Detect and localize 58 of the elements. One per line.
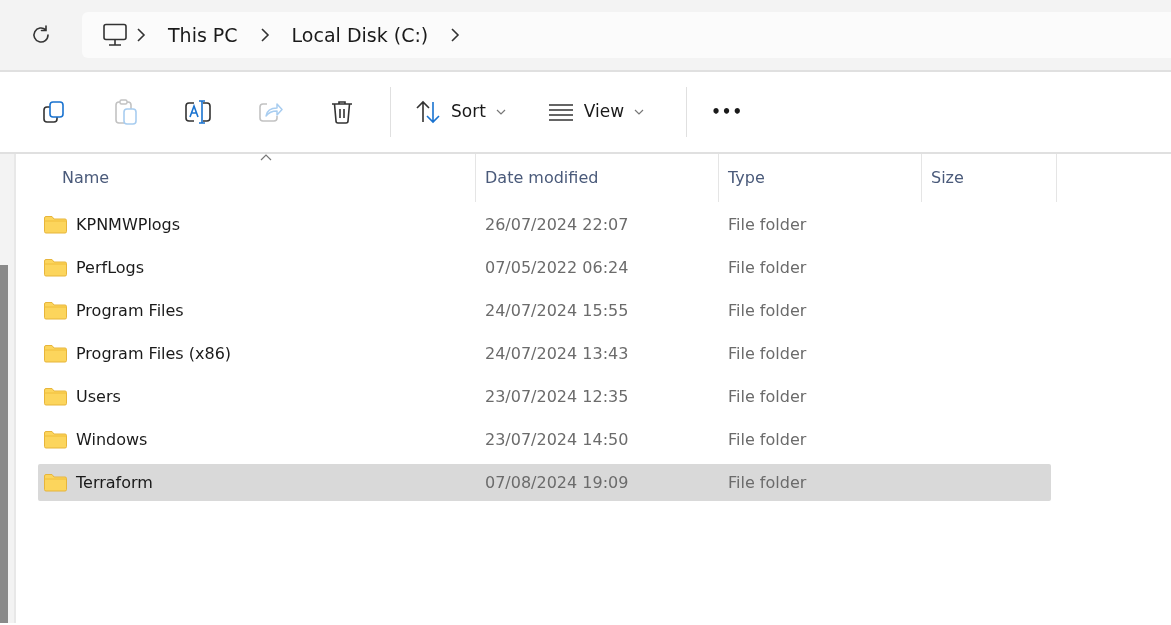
breadcrumb-item[interactable]: This PC <box>154 20 252 50</box>
file-row[interactable]: KPNMWPlogs 26/07/2024 22:07 File folder <box>38 206 1051 243</box>
copy-icon[interactable] <box>41 99 67 125</box>
folder-icon <box>44 215 67 234</box>
file-name: Program Files <box>76 299 184 322</box>
file-row[interactable]: Users 23/07/2024 12:35 File folder <box>38 378 1051 415</box>
folder-icon <box>44 258 67 277</box>
breadcrumb-item[interactable]: Local Disk (C:) <box>277 20 443 50</box>
file-row[interactable]: Program Files 24/07/2024 15:55 File folder <box>38 292 1051 329</box>
date-modified: 07/05/2022 06:24 <box>484 256 630 279</box>
file-type: File folder <box>727 299 808 322</box>
caret-icon <box>495 109 506 115</box>
sort-ascending-icon[interactable] <box>260 154 272 161</box>
refresh-icon[interactable] <box>30 24 52 46</box>
file-row[interactable]: PerfLogs 07/05/2022 06:24 File folder <box>38 249 1051 286</box>
file-row[interactable]: Program Files (x86) 24/07/2024 13:43 File folder <box>38 335 1051 372</box>
file-name: Program Files (x86) <box>76 342 232 365</box>
file-name: Windows <box>76 428 148 451</box>
chevron-right-icon[interactable] <box>450 27 461 43</box>
scrollbar[interactable] <box>0 265 8 623</box>
file-name: Terraform <box>76 471 153 494</box>
file-name: Users <box>76 385 121 408</box>
computer-icon[interactable] <box>102 23 128 47</box>
file-row[interactable]: Windows 23/07/2024 14:50 File folder <box>38 421 1051 458</box>
file-type: File folder <box>727 213 808 236</box>
date-modified: 24/07/2024 13:43 <box>484 342 630 365</box>
file-type: File folder <box>727 385 808 408</box>
folder-icon <box>44 430 67 449</box>
column-header[interactable]: Date modified <box>476 154 719 202</box>
file-name: PerfLogs <box>76 256 145 279</box>
file-type: File folder <box>727 342 808 365</box>
column-header[interactable]: Name <box>38 154 476 202</box>
file-type: File folder <box>727 428 808 451</box>
view-button[interactable]: View <box>535 91 657 133</box>
folder-icon <box>44 301 67 320</box>
date-modified: 26/07/2024 22:07 <box>484 213 630 236</box>
trash-icon[interactable] <box>330 99 354 125</box>
column-header[interactable]: Size <box>922 154 1057 202</box>
date-modified: 24/07/2024 15:55 <box>484 299 630 322</box>
file-name: KPNMWPlogs <box>76 213 181 236</box>
file-type: File folder <box>727 471 808 494</box>
sort-button[interactable]: Sort <box>403 91 518 133</box>
rename-icon[interactable] <box>184 99 212 125</box>
date-modified: 23/07/2024 14:50 <box>484 428 630 451</box>
folder-icon <box>44 344 67 363</box>
chevron-right-icon[interactable] <box>259 27 270 43</box>
column-header[interactable]: Type <box>719 154 922 202</box>
date-modified: 07/08/2024 19:09 <box>484 471 630 494</box>
lines-icon <box>547 103 574 121</box>
file-type: File folder <box>727 256 808 279</box>
chevron-right-icon[interactable] <box>136 27 146 43</box>
folder-icon <box>44 387 67 406</box>
caret-icon <box>634 109 645 115</box>
sort-arrows-icon <box>415 100 441 124</box>
folder-icon <box>44 473 67 492</box>
file-row[interactable]: Terraform 07/08/2024 19:09 File folder <box>38 464 1051 501</box>
more-button[interactable]: ••• <box>699 92 755 132</box>
date-modified: 23/07/2024 12:35 <box>484 385 630 408</box>
